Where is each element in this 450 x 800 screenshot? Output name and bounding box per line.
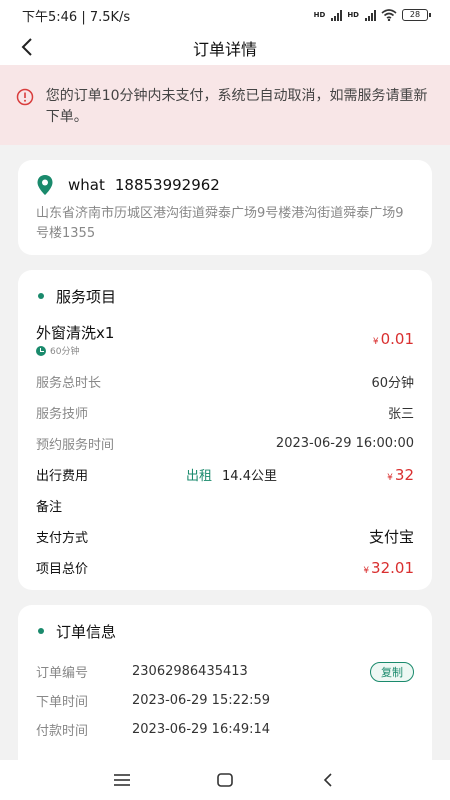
service-card: 服务项目 外窗清洗x1 60分钟 ¥0.01 服务总时长 60分钟 服务技师 张… [18, 270, 432, 590]
technician-label: 服务技师 [36, 407, 89, 422]
travel-distance: 14.4公里 [222, 469, 277, 484]
order-info-title-text: 订单信息 [56, 622, 117, 641]
order-number-value: 23062986435413 [132, 664, 248, 679]
service-item-name: 外窗清洗x1 [36, 324, 115, 342]
status-time-speed: 下午5:46 | 7.5K/s [22, 9, 131, 25]
status-icons: HD HD 28 [313, 9, 431, 21]
remark-row: 备注 [36, 490, 414, 521]
status-bar: 下午5:46 | 7.5K/s HD HD 28 [0, 0, 450, 30]
address-contact-row: what 18853992962 [36, 174, 414, 196]
menu-icon[interactable] [107, 765, 137, 795]
contact-phone: 18853992962 [114, 176, 220, 194]
section-dot-icon [38, 293, 44, 299]
wifi-icon [381, 9, 397, 21]
battery-icon: 28 [402, 9, 431, 21]
service-section-title: 服务项目 [36, 270, 414, 322]
total-label: 项目总价 [36, 562, 89, 577]
technician-row: 服务技师 张三 [36, 397, 414, 428]
currency-symbol: ¥ [363, 565, 370, 576]
hd-label-2: HD [347, 11, 359, 19]
nav-bar: 订单详情 [0, 30, 450, 65]
service-title-text: 服务项目 [56, 287, 117, 306]
cancel-notice: 您的订单10分钟内未支付，系统已自动取消，如需服务请重新下单。 [0, 65, 450, 145]
payment-value: 支付宝 [368, 528, 414, 546]
total-duration-value: 60分钟 [371, 376, 414, 391]
service-item-price-value: 0.01 [380, 330, 414, 348]
home-square-icon[interactable] [210, 765, 240, 795]
notice-text: 您的订单10分钟内未支付，系统已自动取消，如需服务请重新下单。 [45, 88, 428, 125]
created-time-row: 下单时间 2023-06-29 15:22:59 [36, 686, 414, 715]
travel-detail: 出租 14.4公里 [186, 465, 277, 484]
page-title: 订单详情 [192, 39, 257, 59]
travel-type: 出租 [186, 469, 213, 484]
travel-fee-label: 出行费用 [36, 469, 89, 484]
appointment-value: 2023-06-29 16:00:00 [275, 436, 414, 451]
currency-symbol: ¥ [372, 337, 379, 347]
service-item-duration-text: 60分钟 [50, 347, 80, 357]
service-item-row: 外窗清洗x1 60分钟 ¥0.01 [36, 322, 414, 366]
address-card: what 18853992962 山东省济南市历城区港沟街道舜泰广场9号楼港沟街… [18, 160, 432, 255]
order-info-section-title: 订单信息 [36, 605, 414, 657]
technician-value: 张三 [387, 407, 414, 422]
appointment-label: 预约服务时间 [36, 438, 115, 453]
payment-row: 支付方式 支付宝 [36, 521, 414, 552]
order-number-label: 订单编号 [36, 666, 89, 681]
chevron-left-icon[interactable] [12, 32, 42, 62]
service-item-duration: 60分钟 [36, 344, 79, 357]
paid-time-row: 付款时间 2023-06-29 16:49:14 [36, 715, 414, 744]
created-time-value: 2023-06-29 15:22:59 [132, 693, 271, 708]
address-detail: 山东省济南市历城区港沟街道舜泰广场9号楼港沟街道舜泰广场9号楼1355 [36, 206, 404, 241]
location-pin-icon [36, 174, 58, 196]
clock-icon [36, 345, 46, 356]
created-time-label: 下单时间 [36, 695, 89, 710]
remark-label: 备注 [36, 500, 63, 515]
back-triangle-icon[interactable] [313, 765, 343, 795]
paid-time-label: 付款时间 [36, 724, 89, 739]
order-info-card: 订单信息 订单编号 23062986435413 复制 下单时间 2023-06… [18, 605, 432, 780]
order-number-row: 订单编号 23062986435413 复制 [36, 657, 414, 686]
total-duration-row: 服务总时长 60分钟 [36, 366, 414, 397]
total-duration-label: 服务总时长 [36, 376, 102, 391]
total-row: 项目总价 ¥32.01 [36, 552, 414, 583]
hd-label: HD [313, 11, 326, 19]
system-nav-bar [0, 760, 450, 800]
copy-button[interactable]: 复制 [370, 661, 414, 682]
travel-fee-row: 出行费用 出租 14.4公里 ¥32 [36, 459, 414, 490]
currency-symbol: ¥ [387, 472, 393, 483]
payment-label: 支付方式 [36, 531, 89, 546]
signal-icon [331, 9, 343, 21]
contact-name: what [68, 176, 105, 194]
total-amount: 32.01 [371, 558, 414, 577]
alert-circle-icon [16, 88, 36, 110]
service-item-price: ¥0.01 [373, 330, 414, 348]
signal-icon-2 [365, 9, 376, 21]
total-value: ¥32.01 [363, 559, 414, 577]
appointment-row: 预约服务时间 2023-06-29 16:00:00 [36, 428, 414, 459]
travel-fee-amount: 32 [394, 465, 414, 484]
travel-fee-value: ¥32 [387, 466, 414, 484]
paid-time-value: 2023-06-29 16:49:14 [132, 722, 271, 737]
section-dot-icon [38, 628, 44, 634]
